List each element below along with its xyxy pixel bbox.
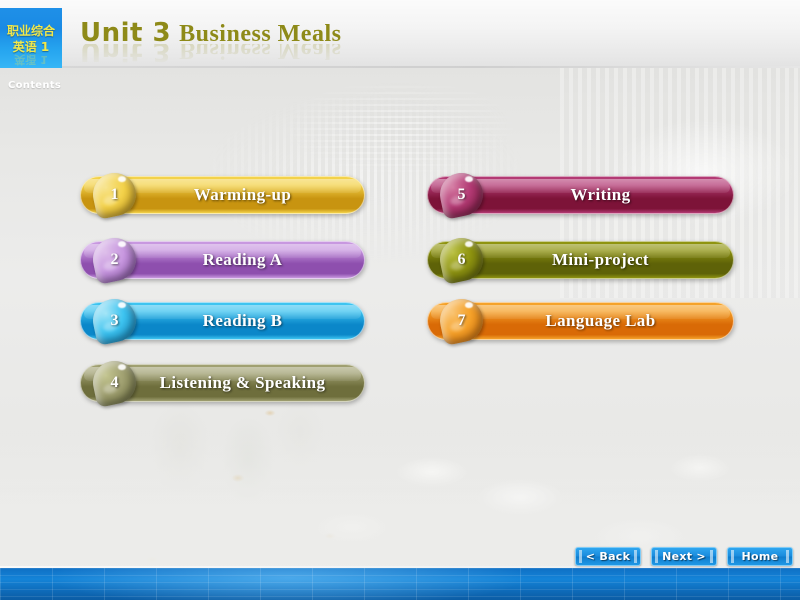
home-button[interactable]: Home <box>727 547 793 566</box>
menu-button-6[interactable]: Mini-project 6 <box>427 233 734 286</box>
logo-reflection: 英语 1 <box>14 53 48 66</box>
home-button-tick-right <box>786 550 789 563</box>
menu-button-label: Warming-up <box>193 185 292 204</box>
menu-button-number: 1 <box>110 185 119 203</box>
footer-bar <box>0 568 800 600</box>
menu-button-7[interactable]: Language Lab 7 <box>427 294 734 347</box>
back-button-tick-right <box>634 550 637 563</box>
menu-button-label: Reading A <box>202 250 283 269</box>
menu-button-droplet-icon: 7 <box>435 294 488 347</box>
course-logo-badge: 职业综合 英语 1 英语 1 <box>0 8 62 68</box>
menu-button-2[interactable]: Reading A 2 <box>80 233 365 286</box>
header-divider <box>0 66 800 68</box>
next-button[interactable]: Next > <box>651 547 717 566</box>
menu-button-droplet-icon: 4 <box>88 356 141 409</box>
menu-button-number: 6 <box>457 250 466 268</box>
contents-label: Contents <box>8 80 62 91</box>
slide-root: 职业综合 英语 1 英语 1 Unit 3 Business Meals Unit… <box>0 0 800 600</box>
menu-button-label: Language Lab <box>545 311 656 330</box>
back-button-label: < Back <box>585 550 631 563</box>
menu-button-number: 7 <box>457 311 466 329</box>
background-ceiling-pattern <box>250 68 550 188</box>
home-button-tick-left <box>731 550 734 563</box>
page-title-unit-reflection: Unit 3 <box>80 44 172 66</box>
menu-button-4[interactable]: Listening & Speaking 4 <box>80 356 365 409</box>
next-button-label: Next > <box>662 550 706 563</box>
menu-button-droplet-icon: 6 <box>435 233 488 286</box>
menu-button-5[interactable]: Writing 5 <box>427 168 734 221</box>
menu-button-number: 5 <box>457 185 466 203</box>
home-button-label: Home <box>741 550 779 563</box>
menu-button-number: 2 <box>110 250 119 268</box>
next-button-tick-right <box>710 550 713 563</box>
back-button[interactable]: < Back <box>575 547 641 566</box>
menu-button-droplet-icon: 3 <box>88 294 141 347</box>
page-title-reflection: Unit 3 Business Meals <box>80 44 341 66</box>
menu-button-3[interactable]: Reading B 3 <box>80 294 365 347</box>
back-button-tick-left <box>579 550 582 563</box>
page-title-topic-reflection: Business Meals <box>179 44 342 63</box>
menu-button-label: Listening & Speaking <box>159 373 326 392</box>
next-button-tick-left <box>655 550 658 563</box>
menu-button-droplet-icon: 1 <box>88 168 141 221</box>
menu-button-droplet-icon: 5 <box>435 168 488 221</box>
logo-line1: 职业综合 <box>6 24 55 38</box>
menu-button-number: 3 <box>110 311 119 329</box>
menu-button-droplet-icon: 2 <box>88 233 141 286</box>
menu-button-label: Writing <box>570 185 631 204</box>
menu-button-number: 4 <box>110 373 119 391</box>
menu-button-label: Mini-project <box>551 250 649 269</box>
menu-button-label: Reading B <box>202 311 283 330</box>
menu-button-1[interactable]: Warming-up 1 <box>80 168 365 221</box>
